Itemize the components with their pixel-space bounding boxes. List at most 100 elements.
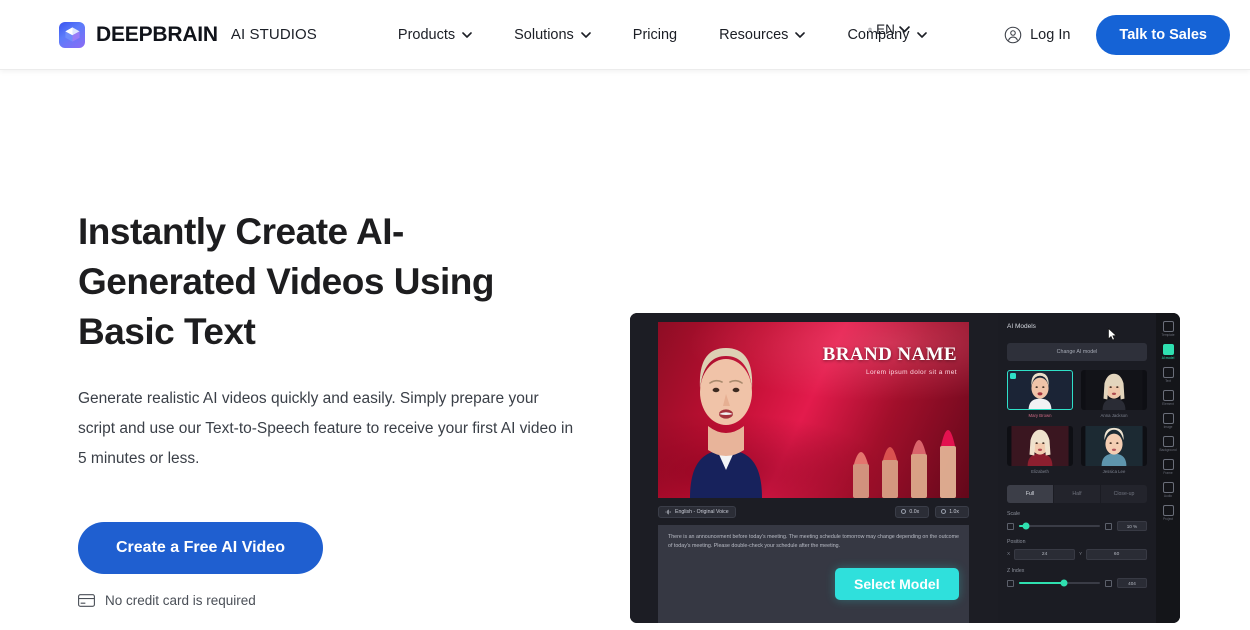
ai-model-icon: [1162, 344, 1174, 355]
rail-label: Frame: [1163, 471, 1173, 475]
model-thumbnail: [1081, 426, 1147, 466]
lipstick-product-image: [848, 394, 961, 498]
nav-item-solutions[interactable]: Solutions: [493, 0, 612, 70]
nav-item-label: Products: [397, 26, 456, 43]
zindex-slider[interactable]: [1019, 579, 1100, 587]
rail-label: Project: [1163, 517, 1173, 521]
position-label: Position: [1007, 539, 1026, 545]
model-card-2[interactable]: Elizabeth: [1007, 426, 1073, 474]
script-text: There is an announcement before today's …: [668, 534, 959, 549]
nav-item-label: Pricing: [632, 26, 678, 43]
talk-to-sales-button[interactable]: Talk to Sales: [1096, 15, 1230, 55]
rail-label: Template: [1161, 333, 1175, 337]
pitch-chip[interactable]: 1.0x: [935, 505, 969, 518]
position-y-input[interactable]: 60: [1086, 549, 1147, 560]
scale-slider-row: 10 %: [1007, 521, 1147, 531]
brand-logo[interactable]: DEEPBRAIN AI STUDIOS: [59, 21, 317, 48]
video-canvas-preview[interactable]: BRAND NAME Lorem ipsum dolor sit a met: [658, 322, 969, 498]
rail-item-text[interactable]: Text: [1157, 365, 1179, 385]
select-model-button[interactable]: Select Model: [835, 568, 959, 600]
zindex-value[interactable]: 404: [1117, 578, 1147, 588]
layers-front-icon[interactable]: [1105, 579, 1112, 587]
rail-label: Audio: [1163, 494, 1173, 498]
zindex-label: Z Index: [1007, 568, 1025, 574]
templates-icon: [1162, 321, 1174, 332]
avatar-presenter-image: [690, 348, 762, 498]
text-icon: [1162, 367, 1174, 378]
audio-icon: [1162, 482, 1174, 493]
hero-subtitle: Generate realistic AI videos quickly and…: [78, 390, 574, 467]
project-icon: [1162, 505, 1174, 516]
rail-item-audio[interactable]: Audio: [1157, 480, 1179, 500]
nav-item-pricing[interactable]: Pricing: [612, 0, 698, 70]
layers-icon: [1007, 579, 1014, 587]
voice-selector-chip[interactable]: English - Original Voice: [658, 505, 736, 518]
change-ai-model-button[interactable]: Change AI model: [1007, 343, 1147, 361]
model-label: Jessica Lee: [1102, 469, 1126, 474]
rail-item-project[interactable]: Project: [1157, 503, 1179, 523]
zindex-slider-row: 404: [1007, 578, 1147, 588]
brand-name: DEEPBRAIN: [96, 22, 218, 46]
speed-chip[interactable]: 0.0x: [895, 505, 930, 518]
canvas-toolbar: English - Original Voice 0.0x 1.0x: [658, 502, 969, 521]
model-card-3[interactable]: Jessica Lee: [1081, 426, 1147, 474]
scale-icon: [1007, 522, 1014, 530]
rail-item-ai-model[interactable]: AI model: [1157, 342, 1179, 362]
model-thumbnail: [1007, 426, 1073, 466]
rail-label: AI model: [1161, 356, 1175, 360]
nav-item-resources[interactable]: Resources: [698, 0, 826, 70]
selected-check-icon: [1010, 373, 1016, 379]
tab-full[interactable]: Full: [1007, 485, 1054, 503]
hero-section: Instantly Create AI-Generated Videos Usi…: [0, 70, 1250, 630]
no-credit-card-note: No credit card is required: [78, 593, 638, 608]
x-axis-label: X: [1007, 552, 1011, 557]
canvas-brand-text-block: BRAND NAME Lorem ipsum dolor sit a met: [823, 344, 957, 376]
rail-item-template[interactable]: Template: [1157, 319, 1179, 339]
tab-closeup[interactable]: Close-up: [1101, 485, 1147, 503]
chevron-down-icon: [795, 31, 806, 38]
model-card-1[interactable]: Anna Jackson: [1081, 370, 1147, 418]
model-thumbnail: [1007, 370, 1073, 410]
chevron-down-icon: [899, 26, 910, 33]
background-icon: [1162, 436, 1174, 447]
editor-main-area: BRAND NAME Lorem ipsum dolor sit a met E…: [630, 313, 998, 623]
chip-value: 0.0x: [909, 508, 920, 515]
rail-item-element[interactable]: Element: [1157, 388, 1179, 408]
model-thumbnail: [1081, 370, 1147, 410]
hero-content: Instantly Create AI-Generated Videos Usi…: [78, 70, 638, 608]
rail-label: Text: [1165, 379, 1171, 383]
model-thumbnail-grid: Mary Brown Anna Jackson Elizabeth Jessic…: [1007, 370, 1147, 474]
speed-icon: [941, 509, 947, 514]
model-card-0[interactable]: Mary Brown: [1007, 370, 1073, 418]
element-icon: [1162, 390, 1174, 401]
lock-icon[interactable]: [1105, 522, 1112, 530]
clock-icon: [901, 509, 907, 514]
voice-wave-icon: [665, 509, 671, 514]
note-label: No credit card is required: [105, 593, 256, 608]
chevron-down-icon: [462, 31, 472, 38]
nav-item-products[interactable]: Products: [377, 0, 493, 70]
language-label: EN: [876, 22, 895, 37]
y-axis-label: Y: [1079, 552, 1083, 557]
scale-slider[interactable]: [1019, 522, 1100, 530]
framing-tab-group: Full Half Close-up: [1007, 485, 1147, 503]
rail-item-image[interactable]: Image: [1157, 411, 1179, 431]
tab-half[interactable]: Half: [1054, 485, 1101, 503]
model-label: Elizabeth: [1031, 469, 1049, 474]
scale-label: Scale: [1007, 511, 1020, 517]
credit-card-icon: [78, 594, 95, 607]
scale-value[interactable]: 10 %: [1117, 521, 1147, 531]
canvas-brand-tagline: Lorem ipsum dolor sit a met: [866, 369, 957, 376]
rail-item-background[interactable]: Background: [1157, 434, 1179, 454]
chevron-down-icon: [916, 31, 927, 38]
position-row: X 24 Y 60: [1007, 549, 1147, 560]
panel-title: AI Models: [1007, 323, 1036, 330]
position-x-input[interactable]: 24: [1014, 549, 1075, 560]
create-free-ai-video-button[interactable]: Create a Free AI Video: [78, 522, 323, 574]
rail-item-frame[interactable]: Frame: [1157, 457, 1179, 477]
brand-subtitle: AI STUDIOS: [230, 26, 317, 43]
language-selector[interactable]: EN: [868, 22, 910, 37]
login-button[interactable]: Log In: [988, 26, 1086, 44]
chevron-down-icon: [580, 31, 591, 38]
user-circle-icon: [1004, 26, 1022, 44]
